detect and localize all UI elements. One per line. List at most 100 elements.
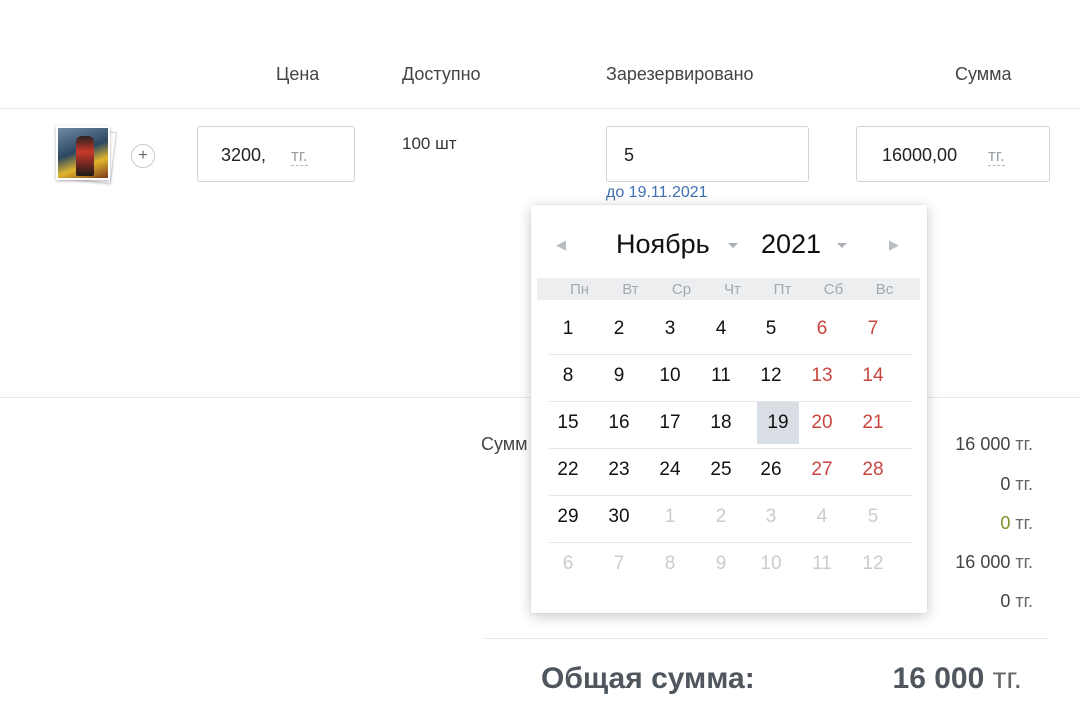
summary-line-5-value: 0 xyxy=(1000,591,1011,611)
calendar-day[interactable]: 1 xyxy=(547,308,589,350)
calendar-day-weekend[interactable]: 6 xyxy=(801,308,843,350)
column-header-available: Доступно xyxy=(402,64,481,84)
product-thumbnail[interactable] xyxy=(56,126,117,184)
weekday-tue: Вт xyxy=(622,281,639,298)
calendar-day[interactable]: 16 xyxy=(598,402,640,444)
calendar-week: 8 9 10 11 12 13 14 xyxy=(549,355,912,402)
calendar-day-next-month[interactable]: 1 xyxy=(649,496,691,538)
calendar-day-next-month[interactable]: 3 xyxy=(750,496,792,538)
summary-line-4-unit: тг. xyxy=(1015,552,1033,572)
summary-line-2-unit: тг. xyxy=(1015,474,1033,494)
summary-line-5-unit: тг. xyxy=(1015,591,1033,611)
reserved-until-link[interactable]: до 19.11.2021 xyxy=(606,184,708,202)
price-field[interactable]: 3200, тг. xyxy=(197,126,355,182)
weekday-sun: Вс xyxy=(875,281,894,298)
calendar-day[interactable]: 23 xyxy=(598,449,640,491)
add-image-button[interactable]: + xyxy=(131,144,155,168)
summary-line-4-value: 16 000 xyxy=(955,552,1011,572)
calendar-day-next-month[interactable]: 9 xyxy=(700,543,742,585)
summary-line-3-unit: тг. xyxy=(1015,513,1033,533)
year-chevron-down-icon[interactable] xyxy=(837,243,847,248)
calendar-day[interactable]: 25 xyxy=(700,449,742,491)
column-header-sum: Сумма xyxy=(955,64,1012,84)
calendar-day-next-month[interactable]: 5 xyxy=(852,496,894,538)
summary-line-4: 16 000 тг. xyxy=(955,552,1033,573)
weekday-wed: Ср xyxy=(671,281,692,298)
price-value: 3200, xyxy=(221,145,267,165)
total-unit: тг. xyxy=(992,662,1022,695)
header-divider xyxy=(0,108,1080,109)
total-amount: 16 000 xyxy=(892,662,985,695)
calendar-week: 29 30 1 2 3 4 5 xyxy=(549,496,912,543)
weekday-sat: Сб xyxy=(823,281,844,298)
calendar-day[interactable]: 8 xyxy=(547,355,589,397)
summary-divider xyxy=(484,638,1048,639)
summary-line-2: 0 тг. xyxy=(1000,474,1033,495)
calendar-day-next-month[interactable]: 4 xyxy=(801,496,843,538)
calendar-day[interactable]: 5 xyxy=(750,308,792,350)
calendar-day-weekend[interactable]: 20 xyxy=(801,402,843,444)
calendar-day[interactable]: 22 xyxy=(547,449,589,491)
weekday-header: Пн Вт Ср Чт Пт Сб Вс xyxy=(537,278,920,300)
calendar-day[interactable]: 15 xyxy=(547,402,589,444)
column-header-price: Цена xyxy=(276,64,320,84)
calendar-day-next-month[interactable]: 12 xyxy=(852,543,894,585)
page: Цена Доступно Зарезервировано Сумма + 32… xyxy=(0,0,1080,720)
calendar-day[interactable]: 30 xyxy=(598,496,640,538)
summary-line-1-value: 16 000 xyxy=(955,434,1011,454)
prev-month-arrow-icon[interactable]: ◀ xyxy=(556,237,566,253)
weekday-fri: Пт xyxy=(773,281,792,298)
calendar-day-next-month[interactable]: 7 xyxy=(598,543,640,585)
calendar-day[interactable]: 2 xyxy=(598,308,640,350)
month-select[interactable]: Ноябрь xyxy=(616,229,710,260)
calendar-day[interactable]: 10 xyxy=(649,355,691,397)
total-label: Общая сумма: xyxy=(541,662,755,695)
calendar-day[interactable]: 3 xyxy=(649,308,691,350)
calendar-day[interactable]: 24 xyxy=(649,449,691,491)
sum-field[interactable]: 16000,00 тг. xyxy=(856,126,1050,182)
calendar-day-weekend[interactable]: 7 xyxy=(852,308,894,350)
calendar-day[interactable]: 26 xyxy=(750,449,792,491)
calendar-day-next-month[interactable]: 10 xyxy=(750,543,792,585)
month-chevron-down-icon[interactable] xyxy=(728,243,738,248)
summary-label: Сумм xyxy=(481,434,528,454)
summary-line-5: 0 тг. xyxy=(1000,591,1033,612)
weekday-thu: Чт xyxy=(724,281,741,298)
calendar-day-next-month[interactable]: 2 xyxy=(700,496,742,538)
calendar-day-weekend[interactable]: 27 xyxy=(801,449,843,491)
sum-unit: тг. xyxy=(988,146,1005,166)
total-value: 16 000 тг. xyxy=(893,662,1022,696)
calendar-day-weekend[interactable]: 21 xyxy=(852,402,894,444)
calendar-day-next-month[interactable]: 8 xyxy=(649,543,691,585)
calendar-day[interactable]: 11 xyxy=(700,355,742,397)
column-header-reserved: Зарезервировано xyxy=(606,64,754,84)
sum-value: 16000,00 xyxy=(882,145,958,165)
calendar-day-weekend[interactable]: 13 xyxy=(801,355,843,397)
calendar-week: 15 16 17 18 19 20 21 xyxy=(549,402,912,449)
calendar-week: 1 2 3 4 5 6 7 xyxy=(549,308,912,355)
year-select[interactable]: 2021 xyxy=(761,229,821,260)
calendar-day[interactable]: 12 xyxy=(750,355,792,397)
calendar-day-weekend[interactable]: 14 xyxy=(852,355,894,397)
date-picker-popup: ◀ Ноябрь 2021 ▶ Пн Вт Ср Чт Пт Сб Вс 1 2… xyxy=(531,205,927,613)
calendar-day[interactable]: 17 xyxy=(649,402,691,444)
calendar-day-weekend[interactable]: 28 xyxy=(852,449,894,491)
reserved-value: 5 xyxy=(624,145,635,165)
calendar-day-next-month[interactable]: 6 xyxy=(547,543,589,585)
calendar-day[interactable]: 18 xyxy=(700,402,742,444)
summary-line-1: 16 000 тг. xyxy=(955,434,1033,455)
calendar-day[interactable]: 9 xyxy=(598,355,640,397)
calendar-day[interactable]: 4 xyxy=(700,308,742,350)
reserved-quantity-input[interactable]: 5 xyxy=(606,126,809,182)
summary-line-1-unit: тг. xyxy=(1015,434,1033,454)
weekday-mon: Пн xyxy=(569,281,590,298)
calendar-day-next-month[interactable]: 11 xyxy=(801,543,843,585)
calendar-day-selected[interactable]: 19 xyxy=(757,402,799,444)
calendar-day[interactable]: 29 xyxy=(547,496,589,538)
summary-line-3: 0 тг. xyxy=(1000,513,1033,534)
next-month-arrow-icon[interactable]: ▶ xyxy=(889,237,899,253)
available-quantity: 100 шт xyxy=(402,134,457,153)
calendar-week: 22 23 24 25 26 27 28 xyxy=(549,449,912,496)
price-unit: тг. xyxy=(291,146,308,166)
summary-line-2-value: 0 xyxy=(1000,474,1011,494)
